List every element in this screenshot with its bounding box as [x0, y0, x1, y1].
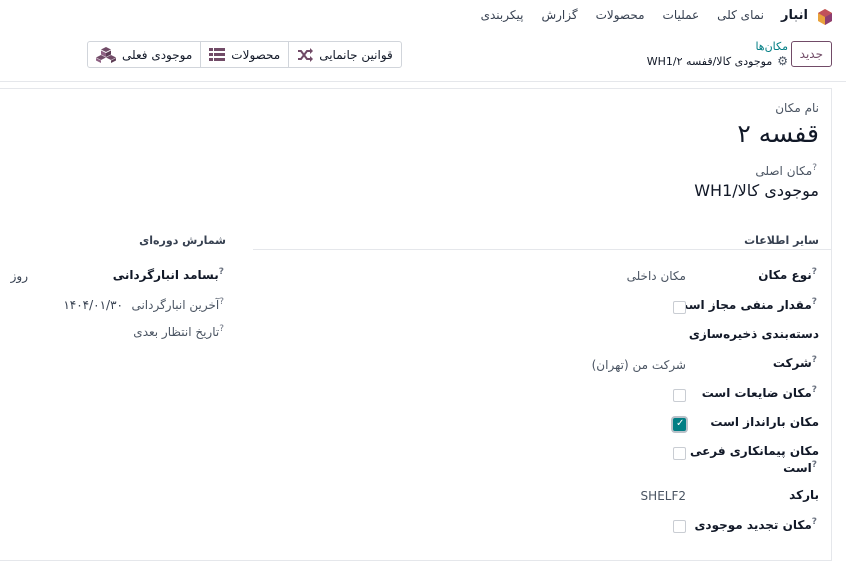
- help-icon[interactable]: ?: [812, 163, 817, 173]
- company-label: شرکت?: [772, 355, 817, 370]
- main-menu: نمای کلی عملیات محصولات گزارش پیکربندی: [481, 8, 764, 22]
- breadcrumb: WH1/موجودی کالا/قفسه ۲ ⚙: [647, 54, 788, 68]
- replenish-location-checkbox[interactable]: [673, 520, 686, 533]
- menu-reporting[interactable]: گزارش: [541, 8, 577, 22]
- scrap-location-label: مکان ضایعات است?: [701, 385, 817, 400]
- subcontract-location-checkbox[interactable]: [673, 447, 686, 460]
- location-name-field[interactable]: قفسه ۲: [737, 119, 819, 148]
- subcontract-location-label: مکان پیمانکاری فرعی: [689, 444, 819, 458]
- form-sheet: نام مکان قفسه ۲ مکان اصلی? WH1/موجودی کا…: [0, 88, 832, 561]
- current-stock-label: موجودی فعلی: [122, 47, 193, 62]
- company-field[interactable]: شرکت من (تهران): [592, 358, 686, 372]
- replenish-location-label: مکان تجدید موجودی?: [694, 517, 817, 532]
- control-panel: جدید مکان‌ها WH1/موجودی کالا/قفسه ۲ ⚙ قو…: [0, 32, 846, 82]
- shuffle-icon: [298, 47, 314, 62]
- inventory-frequency-label: بسامد انبارگردانی?: [112, 267, 224, 282]
- cyclic-count-section-title: شمارش دوره‌ای: [139, 234, 226, 247]
- products-button[interactable]: محصولات: [200, 42, 288, 67]
- inventory-frequency-field[interactable]: ۰: [117, 269, 123, 283]
- menu-configuration[interactable]: پیکربندی: [481, 8, 524, 22]
- location-name-label: نام مکان: [775, 101, 819, 115]
- barcode-field[interactable]: SHELF2: [641, 489, 686, 503]
- smart-buttons: قوانین جانمایی محصولات موجودی فعلی: [87, 41, 402, 68]
- putaway-rules-label: قوانین جانمایی: [319, 47, 393, 62]
- scrap-location-checkbox[interactable]: [673, 389, 686, 402]
- subcontract-location-label-line2: است?: [783, 460, 817, 475]
- other-info-section-title: سایر اطلاعات: [744, 234, 819, 247]
- allow-negative-label: مقدار منفی مجاز است?: [675, 297, 817, 312]
- breadcrumb-current: WH1/موجودی کالا/قفسه ۲: [646, 54, 773, 68]
- list-icon: [209, 47, 226, 61]
- location-type-field[interactable]: مکان داخلی: [627, 269, 686, 283]
- cubes-icon: [96, 46, 116, 63]
- current-stock-button[interactable]: موجودی فعلی: [88, 42, 200, 67]
- location-type-label: نوع مکان?: [758, 267, 817, 282]
- last-inventory-value: ۱۴۰۴/۰۱/۳۰: [63, 298, 123, 312]
- menu-products[interactable]: محصولات: [596, 8, 645, 22]
- barcode-label: بارکد: [789, 488, 819, 502]
- gear-icon[interactable]: ⚙: [777, 54, 788, 68]
- allow-negative-checkbox[interactable]: [673, 301, 686, 314]
- dock-location-checkbox[interactable]: [673, 418, 686, 431]
- parent-location-label: مکان اصلی?: [755, 163, 817, 178]
- divider: [253, 249, 831, 250]
- top-navbar: انبار نمای کلی عملیات محصولات گزارش پیکر…: [0, 0, 846, 32]
- breadcrumb-parent[interactable]: مکان‌ها: [755, 40, 788, 53]
- inventory-frequency-unit: روز: [10, 269, 28, 283]
- new-button[interactable]: جدید: [790, 41, 832, 67]
- products-label: محصولات: [231, 47, 281, 62]
- app-name[interactable]: انبار: [781, 8, 808, 23]
- menu-overview[interactable]: نمای کلی: [717, 8, 764, 22]
- last-inventory-label: آخرین انبارگردانی?: [131, 297, 224, 312]
- dock-location-label: مکان بارانداز است: [710, 415, 819, 429]
- next-expected-date-label: تاریخ انتظار بعدی?: [133, 324, 224, 339]
- storage-category-label: دسته‌بندی ذخیره‌سازی: [688, 327, 819, 341]
- parent-location-field[interactable]: WH1/موجودی کالا: [694, 181, 819, 200]
- putaway-rules-button[interactable]: قوانین جانمایی: [288, 42, 401, 67]
- menu-operations[interactable]: عملیات: [663, 8, 700, 22]
- inventory-app-icon[interactable]: [816, 8, 834, 26]
